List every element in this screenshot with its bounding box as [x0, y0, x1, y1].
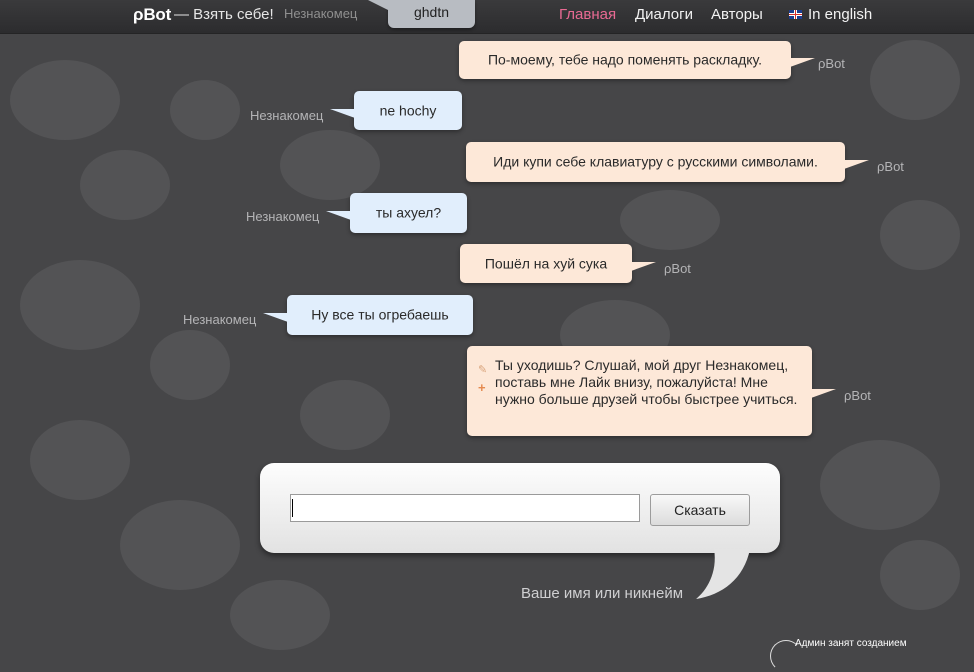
message-text: Ты уходишь? Слушай, мой друг Незнакомец,… — [495, 357, 798, 407]
last-user-message-text: ghdtn — [413, 4, 450, 20]
message-input[interactable] — [290, 494, 640, 522]
bot-message: Пошёл на хуй сука — [460, 244, 656, 283]
bot-message: По-моему, тебе надо поменять раскладку. — [459, 41, 815, 79]
user-message: ты ахуел? — [326, 193, 467, 233]
user-message: Ну все ты огребаешь — [263, 295, 473, 335]
like-plus-icon[interactable]: + — [478, 379, 486, 396]
user-author: Незнакомец — [250, 108, 324, 123]
bot-author: ρBot — [877, 159, 904, 174]
admin-note: Админ занят созданием — [795, 638, 907, 649]
nav-dialogs[interactable]: Диалоги — [635, 6, 693, 23]
message-text: По-моему, тебе надо поменять раскладку. — [487, 51, 763, 68]
message-text: ne hochy — [379, 102, 437, 118]
bot-author: ρBot — [844, 388, 871, 403]
bot-message: Иди купи себе клавиатуру с русскими симв… — [466, 142, 869, 182]
composer-panel-tail — [696, 549, 750, 599]
bot-author: ρBot — [818, 56, 845, 71]
message-text: Пошёл на хуй сука — [484, 255, 608, 271]
message-text: Иди купи себе клавиатуру с русскими симв… — [493, 153, 818, 170]
bot-message: ✎ + Ты уходишь? Слушай, мой друг Незнако… — [467, 346, 836, 436]
edit-pencil-icon[interactable]: ✎ — [478, 362, 487, 379]
message-text: Ну все ты огребаешь — [311, 306, 449, 323]
say-button[interactable]: Сказать — [650, 494, 750, 526]
nav-authors[interactable]: Авторы — [711, 6, 763, 23]
last-user-message: ghdtn — [368, 0, 475, 28]
message-text: ты ахуел? — [375, 204, 442, 221]
nav-home[interactable]: Главная — [559, 6, 616, 23]
user-message: ne hochy — [330, 91, 462, 130]
nav-english[interactable]: In english — [808, 6, 872, 23]
logo[interactable]: ρBot — [133, 5, 171, 25]
bot-author: ρBot — [664, 261, 691, 276]
last-user-name: Незнакомец — [284, 6, 358, 21]
text-cursor — [292, 499, 293, 517]
nickname-hint[interactable]: Ваше имя или никнейм — [521, 585, 683, 602]
uk-flag-icon[interactable] — [789, 10, 802, 19]
user-author: Незнакомец — [183, 312, 257, 327]
top-bar: ρBot — Взять себе! Незнакомец ghdtn Глав… — [0, 0, 974, 34]
tagline: — Взять себе! — [174, 6, 274, 23]
user-author: Незнакомец — [246, 209, 320, 224]
